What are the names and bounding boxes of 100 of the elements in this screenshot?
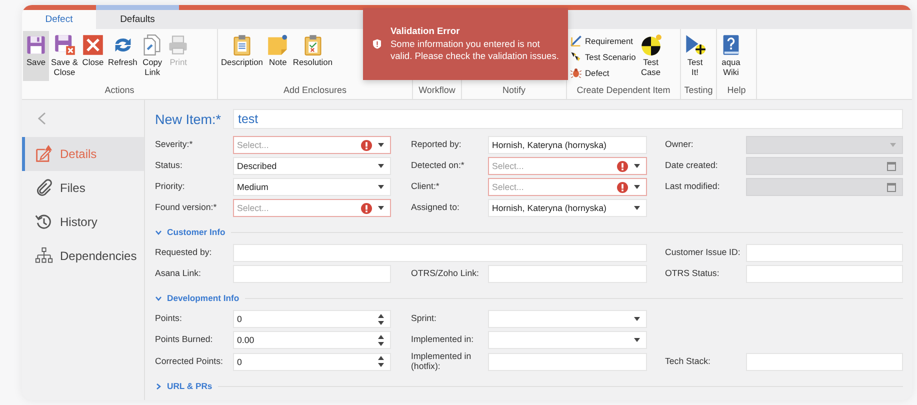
sidebar-item[interactable]: Files [22,171,144,205]
input-field[interactable] [488,265,647,283]
printer-icon [167,34,190,56]
field-label: Client:* [410,182,440,192]
section-toggle[interactable]: Customer Info [155,227,226,237]
field-label: Severity:* [155,140,194,150]
paperclip-icon [35,179,53,197]
field-label: Points Burned: [155,335,214,345]
caret-icon [378,164,384,168]
input-field[interactable] [746,352,903,371]
name-field[interactable]: test [233,109,903,129]
form-title: New Item:* [155,112,222,126]
stepper-icon[interactable] [378,314,384,324]
ribbon-group-label: Notify [501,84,526,97]
ribbon-group-label: Testing [683,84,714,97]
ribbon-button[interactable]: Note [264,31,291,81]
field-label: Sprint: [410,314,438,324]
caret-icon [378,143,384,147]
bug-icon [570,67,582,79]
dropdown-field[interactable]: Hornish, Kateryna (hornyska) [488,199,647,217]
field-label: Requested by: [155,248,213,258]
error-icon [361,202,372,214]
field-label: Reported by: [410,140,462,150]
ribbon-button[interactable]: Save & Close [49,31,80,81]
back-icon[interactable] [38,112,46,125]
ribbon-group-label: Create Dependent Item [576,84,672,97]
ribbon-button[interactable]: Defect [568,66,638,80]
input-field[interactable] [488,352,647,371]
ribbon-group-label: Help [726,84,747,97]
field-label: OTRS/Zoho Link: [410,269,480,279]
field-label: Asana Link: [155,269,202,279]
ribbon-tab[interactable]: Defect [22,5,96,29]
copy-link-icon [141,34,164,56]
caret-icon [378,185,384,189]
ribbon-button[interactable]: Test It! [682,31,708,81]
stepper-icon[interactable] [378,334,384,346]
ribbon-button[interactable]: Close [80,31,106,81]
caret-icon [634,338,640,342]
ribbon-button[interactable]: Copy Link [139,31,166,81]
ribbon-button[interactable]: Requirement [568,34,638,48]
number-field[interactable]: 0 [233,352,391,371]
field-label: Status: [155,161,184,171]
ribbon-button[interactable]: Refresh [106,31,140,81]
ribbon-group-label: Workflow [418,84,456,97]
sidebar-item[interactable]: History [22,205,144,239]
ribbon-button[interactable]: Description [219,31,265,81]
caret-icon [634,185,640,189]
hierarchy-icon [35,247,53,265]
chevron-icon [155,294,162,302]
edit-warning-icon [35,145,53,163]
input-field[interactable] [746,265,903,283]
field-label: OTRS Status: [664,269,720,279]
error-icon [617,182,628,192]
error-icon [361,140,372,150]
dropdown-field[interactable] [488,310,647,328]
section-toggle[interactable]: Development Info [155,293,240,303]
toast-title: Validation Error [390,25,461,38]
error-icon [617,160,628,172]
ribbon-group-label: Actions [104,84,136,97]
sticky-note-icon [266,34,289,56]
play-icon [684,34,706,56]
field-label: Corrected Points: [155,356,224,366]
ribbon-button[interactable]: Save [23,31,49,81]
field-label: Implemented in (hotfix): [410,352,472,372]
input-field[interactable] [746,244,903,262]
number-field[interactable]: 0 [233,310,391,328]
sidebar-item[interactable]: Dependencies [22,239,144,273]
ribbon-tab[interactable]: Defaults [96,5,179,29]
field-label: Assigned to: [410,203,460,213]
stepper-icon[interactable] [378,356,384,368]
pencil-ruler-icon [570,35,582,47]
field-label: Points: [155,314,183,324]
field-label: Implemented in: [410,335,475,345]
floppy-disk-close-icon [54,34,76,56]
dropdown-field[interactable]: Described [233,157,391,175]
ribbon-button[interactable]: Test Scenario [568,50,638,64]
ribbon-button[interactable]: Test Case [638,31,664,81]
field-label: Owner: [664,140,694,150]
caret-icon [890,143,896,147]
ribbon-button[interactable]: aqua Wiki [718,31,744,81]
number-field[interactable]: 0.00 [233,331,391,349]
chevron-icon [155,228,162,236]
field-label: Date created: [664,161,719,171]
caret-icon [634,206,640,210]
dropdown-field[interactable] [488,331,647,349]
field-label: Last modified: [664,182,721,192]
field-label: Customer Issue ID: [664,248,742,258]
input-field[interactable] [233,265,391,283]
calendar-icon [887,162,896,170]
input-field[interactable] [233,244,647,262]
section-toggle[interactable]: URL & PRs [155,381,212,392]
chevron-icon [155,382,162,390]
caret-icon [378,206,384,210]
input-field[interactable]: Hornish, Kateryna (hornyska) [488,136,647,154]
field-label: Tech Stack: [664,356,712,366]
ribbon-button[interactable]: Resolution [290,31,334,81]
caret-icon [634,317,640,321]
toast-message: Some information you entered is not valid. Please check the validation issues. [390,38,560,63]
field-label: Found version:* [155,203,218,213]
dropdown-field[interactable]: Medium [233,178,391,196]
